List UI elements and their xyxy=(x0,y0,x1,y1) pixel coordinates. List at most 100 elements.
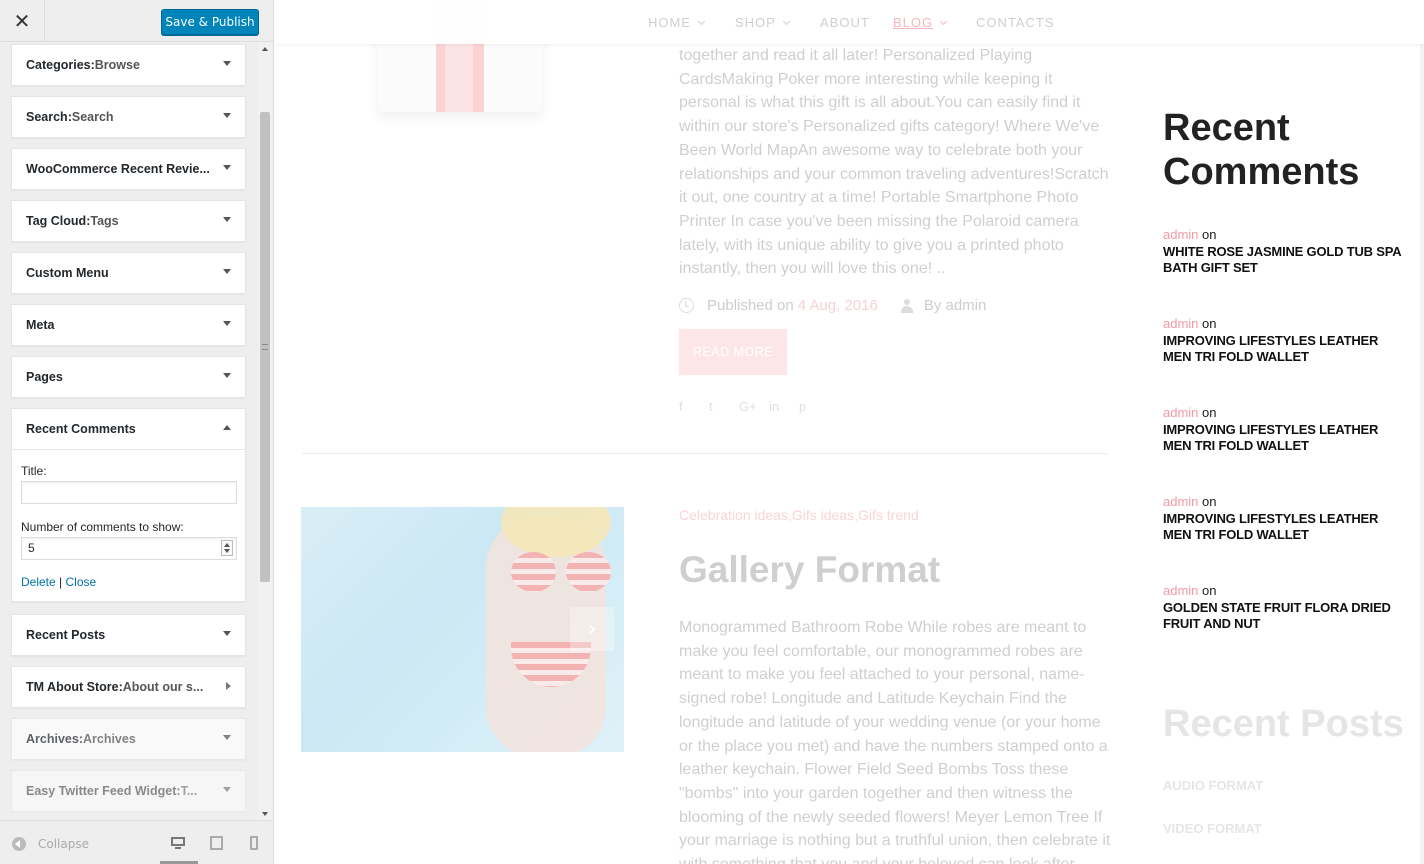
post-categories[interactable]: Celebration ideas,Gifs ideas,Gifs trend xyxy=(679,507,919,523)
comment-author-link[interactable]: admin xyxy=(1163,494,1198,509)
nav-shop[interactable]: SHOP xyxy=(735,15,790,30)
mobile-preview-icon[interactable] xyxy=(249,836,259,850)
caret-down-icon[interactable] xyxy=(223,787,231,792)
widget-categories[interactable]: Categories: Browse xyxy=(11,44,246,86)
caret-up-icon[interactable] xyxy=(223,425,231,430)
widget-easy-twitter-feed[interactable]: Easy Twitter Feed Widget: T... xyxy=(11,770,246,812)
close-icon[interactable]: ✕ xyxy=(0,0,45,42)
recent-post-link[interactable]: VIDEO FORMAT xyxy=(1163,821,1263,836)
widget-header[interactable]: Pages xyxy=(12,357,245,397)
widget-search[interactable]: Search: Search xyxy=(11,96,246,138)
widget-title: Meta xyxy=(26,318,55,332)
widget-title: Archives xyxy=(26,732,79,746)
widget-subtitle: T... xyxy=(180,784,198,798)
widget-title: WooCommerce Recent Revie... xyxy=(26,162,210,176)
nav-contacts[interactable]: CONTACTS xyxy=(976,15,1055,30)
widget-title: Recent Posts xyxy=(26,628,106,642)
widget-header[interactable]: WooCommerce Recent Revie... xyxy=(12,149,245,189)
close-link[interactable]: Close xyxy=(66,575,97,589)
number-spinner[interactable] xyxy=(221,540,233,556)
main-navigation: HOME SHOP ABOUT BLOG CONTACTS xyxy=(274,0,1424,44)
count-field[interactable]: 5 xyxy=(21,537,237,560)
widget-subtitle: Search xyxy=(71,110,114,124)
caret-down-icon[interactable] xyxy=(223,735,231,740)
delete-link[interactable]: Delete xyxy=(21,575,56,589)
caret-down-icon[interactable] xyxy=(223,165,231,170)
caret-down-icon[interactable] xyxy=(223,321,231,326)
user-icon xyxy=(900,298,914,313)
count-field-label: Number of comments to show: xyxy=(21,520,184,534)
widget-header[interactable]: Tag Cloud: Tags xyxy=(12,201,245,241)
nav-blog[interactable]: BLOG xyxy=(893,15,948,30)
widget-pages[interactable]: Pages xyxy=(11,356,246,398)
widget-archives[interactable]: Archives: Archives xyxy=(11,718,246,760)
widget-woocommerce-recent-reviews[interactable]: WooCommerce Recent Revie... xyxy=(11,148,246,190)
caret-down-icon[interactable] xyxy=(223,217,231,222)
caret-down-icon[interactable] xyxy=(223,373,231,378)
collapse-icon xyxy=(12,837,26,851)
desktop-preview-icon[interactable] xyxy=(170,836,186,850)
widget-recent-comments[interactable]: Recent Comments Title: Number of comment… xyxy=(11,408,246,602)
widget-tag-cloud[interactable]: Tag Cloud: Tags xyxy=(11,200,246,242)
comment-post-link[interactable]: IMPROVING LIFESTYLES LEATHER MEN TRI FOL… xyxy=(1163,422,1403,454)
read-more-button[interactable]: READ MORE xyxy=(679,329,787,375)
comment-post-link[interactable]: IMPROVING LIFESTYLES LEATHER MEN TRI FOL… xyxy=(1163,511,1403,543)
widget-header[interactable]: Custom Menu xyxy=(12,253,245,293)
widget-header[interactable]: Recent Posts xyxy=(12,615,245,655)
widget-header[interactable]: TM About Store: About our s... xyxy=(12,667,245,707)
comment-author-link[interactable]: admin xyxy=(1163,227,1198,242)
caret-down-icon[interactable] xyxy=(223,113,231,118)
nav-home[interactable]: HOME xyxy=(648,15,706,30)
collapse-button[interactable]: Collapse xyxy=(12,837,89,851)
sidebar-scrollbar[interactable] xyxy=(258,42,272,820)
widget-custom-menu[interactable]: Custom Menu xyxy=(11,252,246,294)
list-item: admin on GOLDEN STATE FRUIT FLORA DRIED … xyxy=(1163,583,1403,632)
caret-down-icon[interactable] xyxy=(223,61,231,66)
twitter-icon[interactable]: t xyxy=(709,399,739,414)
comment-post-link[interactable]: GOLDEN STATE FRUIT FLORA DRIED FRUIT AND… xyxy=(1163,600,1403,632)
widget-tm-about-store[interactable]: TM About Store: About our s... xyxy=(11,666,246,708)
comment-post-link[interactable]: IMPROVING LIFESTYLES LEATHER MEN TRI FOL… xyxy=(1163,333,1403,365)
chevron-right-icon[interactable]: › xyxy=(570,607,614,651)
scroll-up-icon[interactable] xyxy=(262,47,268,51)
widget-subtitle: About our s... xyxy=(122,680,204,694)
widget-header[interactable]: Recent Comments xyxy=(12,409,245,449)
widget-title: TM About Store xyxy=(26,680,119,694)
pinterest-icon[interactable]: p xyxy=(799,399,829,414)
tablet-preview-icon[interactable] xyxy=(209,836,225,850)
recent-comments-heading: Recent Comments xyxy=(1163,107,1360,193)
link-separator: | xyxy=(59,575,63,589)
widget-recent-posts[interactable]: Recent Posts xyxy=(11,614,246,656)
recent-posts-list: AUDIO FORMAT VIDEO FORMAT xyxy=(1163,778,1263,864)
scrollbar-thumb[interactable] xyxy=(260,112,270,582)
title-field[interactable] xyxy=(21,481,237,504)
caret-down-icon[interactable] xyxy=(223,631,231,636)
caret-down-icon[interactable] xyxy=(223,269,231,274)
scroll-down-icon[interactable] xyxy=(262,812,268,816)
post-date-link[interactable]: 4 Aug, 2016 xyxy=(798,297,878,314)
gallery-image[interactable]: › xyxy=(301,507,624,752)
preview-scrollbar[interactable] xyxy=(1420,0,1424,864)
widget-header[interactable]: Meta xyxy=(12,305,245,345)
comment-author-link[interactable]: admin xyxy=(1163,405,1198,420)
google-plus-icon[interactable]: G+ xyxy=(739,399,769,414)
widget-meta[interactable]: Meta xyxy=(11,304,246,346)
post-author[interactable]: By admin xyxy=(924,297,987,314)
widget-header[interactable]: Search: Search xyxy=(12,97,245,137)
widget-header[interactable]: Easy Twitter Feed Widget: T... xyxy=(12,771,245,811)
comment-author-link[interactable]: admin xyxy=(1163,583,1198,598)
comment-author-link[interactable]: admin xyxy=(1163,316,1198,331)
post-title[interactable]: Gallery Format xyxy=(679,549,940,591)
widget-header[interactable]: Categories: Browse xyxy=(12,45,245,85)
widget-header[interactable]: Archives: Archives xyxy=(12,719,245,759)
comment-on-label: on xyxy=(1202,405,1217,420)
facebook-icon[interactable]: f xyxy=(679,399,709,414)
comment-post-link[interactable]: WHITE ROSE JASMINE GOLD TUB SPA BATH GIF… xyxy=(1163,244,1403,276)
nav-about[interactable]: ABOUT xyxy=(820,15,870,30)
caret-right-icon[interactable] xyxy=(226,682,231,690)
save-publish-button[interactable]: Save & Publish xyxy=(161,9,259,35)
customizer-sidebar: ✕ Save & Publish Categories: Browse Sear… xyxy=(0,0,274,864)
recent-post-link[interactable]: AUDIO FORMAT xyxy=(1163,778,1263,793)
linkedin-icon[interactable]: in xyxy=(769,399,799,414)
clock-icon xyxy=(679,298,694,313)
